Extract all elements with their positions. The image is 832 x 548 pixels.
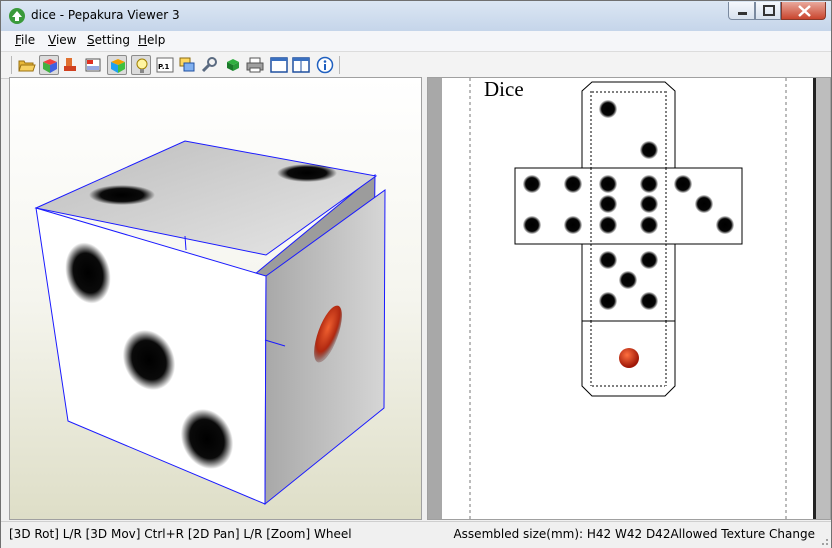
stack-button[interactable] [177, 55, 197, 75]
toolbar-separator [339, 56, 340, 74]
status-controls-hint: [3D Rot] L/R [3D Mov] Ctrl+R [2D Pan] L/… [9, 527, 352, 541]
assembly-button[interactable] [223, 55, 243, 75]
menu-file[interactable]: File [15, 33, 35, 47]
dual-view-button[interactable] [291, 55, 311, 75]
single-view-icon [270, 57, 288, 73]
menu-file-label: ile [21, 33, 36, 47]
svg-text:P.1: P.1 [158, 63, 170, 71]
assembly-icon [227, 59, 239, 71]
fold-lines-icon [85, 58, 101, 72]
menu-view-mnemonic: V [48, 33, 56, 47]
menu-bar: File View Setting Help [1, 31, 831, 51]
close-button[interactable] [781, 2, 826, 20]
info-icon [316, 56, 334, 74]
maximize-button[interactable] [755, 2, 781, 20]
stack-icon [179, 57, 195, 72]
menu-help[interactable]: Help [138, 33, 165, 47]
status-bar: [3D Rot] L/R [3D Mov] Ctrl+R [2D Pan] L/… [1, 521, 831, 548]
menu-view[interactable]: View [48, 33, 76, 47]
eraser-button[interactable] [61, 55, 81, 75]
fold-lines-button[interactable] [83, 55, 103, 75]
toolbar-separator [11, 56, 12, 74]
3d-view-button[interactable] [39, 55, 59, 75]
sheet-title: Dice [484, 77, 524, 101]
resize-grip-icon[interactable] [819, 536, 829, 546]
page-edge [813, 78, 816, 519]
page-number-icon: P.1 [156, 57, 174, 73]
light-button[interactable] [131, 55, 151, 75]
texture-button[interactable] [107, 55, 127, 75]
menu-view-label: iew [55, 33, 77, 47]
single-view-button[interactable] [269, 55, 289, 75]
maximize-icon [763, 5, 775, 16]
pip [89, 185, 155, 205]
3d-view-pane[interactable] [9, 77, 422, 520]
print-button[interactable] [245, 55, 265, 75]
pepakura-app-icon [9, 8, 25, 24]
page-number-button[interactable]: P.1 [155, 55, 175, 75]
menu-setting-mnemonic: S [87, 33, 95, 47]
minimize-icon [738, 12, 747, 15]
dual-view-icon [292, 57, 310, 73]
app-window: dice - Pepakura Viewer 3 File View Setti… [0, 0, 832, 548]
3d-dice-model[interactable] [10, 78, 422, 520]
3d-model-icon [43, 59, 57, 73]
settings-button[interactable] [199, 55, 219, 75]
pip [277, 164, 337, 182]
about-button[interactable] [315, 55, 335, 75]
dice-net [469, 78, 787, 519]
menu-setting-label: etting [94, 33, 130, 47]
minimize-button[interactable] [728, 2, 755, 20]
status-assembled-size: Assembled size(mm): H42 W42 D42Allowed T… [453, 527, 815, 541]
print-icon [246, 57, 264, 73]
eraser-icon [64, 58, 76, 71]
open-button[interactable] [17, 55, 37, 75]
title-bar[interactable]: dice - Pepakura Viewer 3 [1, 1, 831, 31]
menu-setting[interactable]: Setting [87, 33, 130, 47]
light-bulb-icon [136, 58, 148, 73]
open-folder-icon [18, 60, 36, 72]
toolbar: P.1 [1, 51, 831, 79]
page-margin-left [428, 78, 442, 519]
menu-help-mnemonic: H [138, 33, 148, 47]
close-icon [798, 5, 811, 17]
texture-cube-icon [111, 59, 125, 73]
menu-help-label: elp [147, 33, 166, 47]
window-title: dice - Pepakura Viewer 3 [31, 8, 180, 22]
wrench-icon [201, 57, 217, 73]
2d-view-pane[interactable]: Dice [427, 77, 831, 520]
